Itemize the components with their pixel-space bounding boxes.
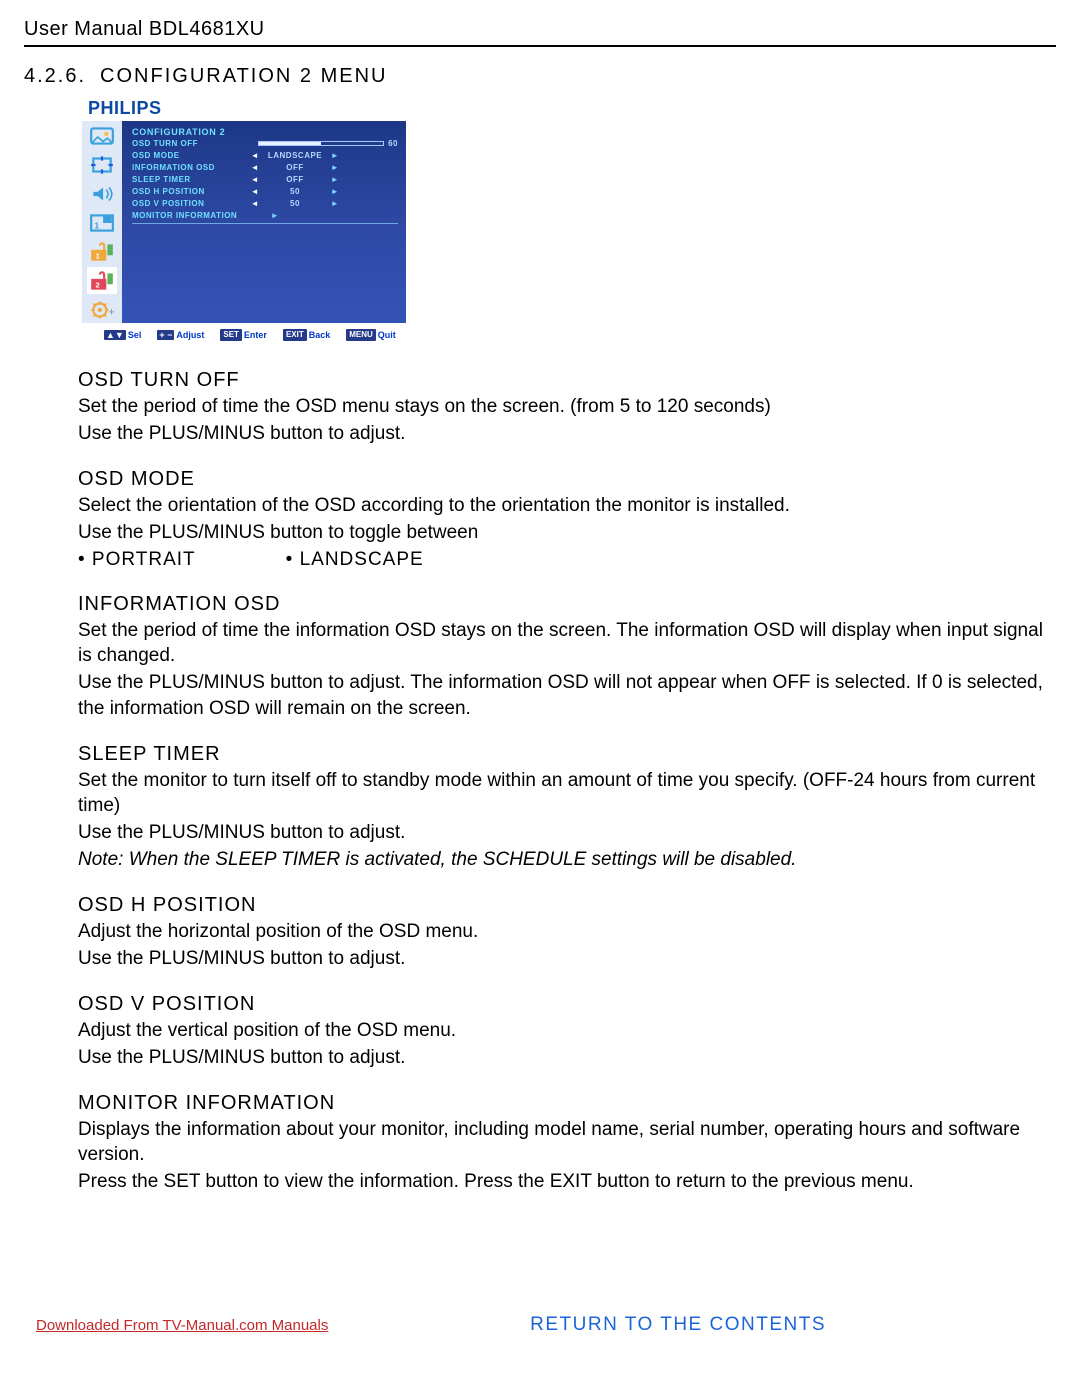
left-arrow-icon: ◄ [250,151,260,160]
legend-back: Back [309,330,331,340]
osd-item-sleep: SLEEP TIMER ◄ OFF ► [132,173,398,185]
sect-monitor-information: MONITOR INFORMATION Displays the informa… [24,1092,1056,1194]
sect-sleep-timer: SLEEP TIMER Set the monitor to turn itse… [24,743,1056,872]
sect-heading: SLEEP TIMER [78,743,1044,766]
sect-para: Use the PLUS/MINUS button to toggle betw… [78,520,1044,545]
sect-osd-h-position: OSD H POSITION Adjust the horizontal pos… [24,894,1056,971]
osd-item-moninfo: MONITOR INFORMATION ► [132,209,398,221]
return-to-contents-link[interactable]: RETURN TO THE CONTENTS [530,1314,826,1336]
manual-header: User Manual BDL4681XU [24,18,1056,47]
osd-sidebar: 1 1 2 + [82,121,122,323]
legend-enter: Enter [244,330,267,340]
osd-item-value: 50 [260,187,330,196]
osd-slider-value: 60 [388,139,398,148]
sect-para: Displays the information about your moni… [78,1117,1044,1167]
osd-slider-fill [259,142,321,145]
osd-item-value: 50 [260,199,330,208]
sect-para: Use the PLUS/MINUS button to adjust. [78,1045,1044,1070]
sect-osd-mode: OSD MODE Select the orientation of the O… [24,468,1056,571]
screen-icon [87,152,117,179]
bullet-landscape: • LANDSCAPE [286,549,424,571]
osd-item-value: OFF [260,175,330,184]
legend-adjust: Adjust [176,330,204,340]
right-arrow-icon: ► [330,151,340,160]
osd-item-turnoff: OSD TURN OFF 60 [132,137,398,149]
right-arrow-icon: ► [330,163,340,172]
left-arrow-icon: ◄ [250,163,260,172]
advanced-icon: + [87,296,117,323]
sect-heading: INFORMATION OSD [78,593,1044,616]
sect-para: Adjust the horizontal position of the OS… [78,919,1044,944]
download-link[interactable]: Downloaded From TV-Manual.com Manuals [36,1317,328,1334]
osd-item-label: OSD V POSITION [132,199,250,208]
section-number: 4.2.6. [24,65,86,88]
osd-legend: ▲▼Sel + −Adjust SETEnter EXITBack MENUQu… [104,329,1044,341]
right-arrow-icon: ► [330,175,340,184]
sect-osd-v-position: OSD V POSITION Adjust the vertical posit… [24,993,1056,1070]
sect-note: Note: When the SLEEP TIMER is activated,… [78,847,1044,872]
philips-logo: PHILIPS [88,98,1044,119]
svg-text:1: 1 [94,220,99,230]
left-arrow-icon: ◄ [250,187,260,196]
osd-item-label: INFORMATION OSD [132,163,250,172]
osd-slider-track [258,141,384,146]
sect-para: Use the PLUS/MINUS button to adjust. [78,820,1044,845]
right-arrow-icon: ► [330,199,340,208]
set-key-icon: SET [220,329,242,341]
osd-item-label: OSD MODE [132,151,250,160]
svg-text:+: + [109,306,115,318]
osd-item-label: OSD TURN OFF [132,139,250,148]
plusminus-key-icon: + − [157,330,174,340]
sect-para: Use the PLUS/MINUS button to adjust. [78,421,1044,446]
sect-para: Press the SET button to view the informa… [78,1169,1044,1194]
sect-para: Adjust the vertical position of the OSD … [78,1018,1044,1043]
svg-text:2: 2 [96,280,100,289]
exit-key-icon: EXIT [283,329,307,341]
audio-icon [87,181,117,208]
right-arrow-icon: ► [330,187,340,196]
sect-para: Use the PLUS/MINUS button to adjust. The… [78,670,1044,720]
osd-item-value: OFF [260,163,330,172]
updown-key-icon: ▲▼ [104,330,126,340]
osd-item-vpos: OSD V POSITION ◄ 50 ► [132,197,398,209]
osd-item-label: SLEEP TIMER [132,175,250,184]
config2-icon: 2 [87,267,117,294]
osd-item-label: OSD H POSITION [132,187,250,196]
sect-heading: OSD TURN OFF [78,369,1044,392]
svg-text:1: 1 [96,251,100,260]
sect-para: Set the period of time the OSD menu stay… [78,394,1044,419]
sect-heading: MONITOR INFORMATION [78,1092,1044,1115]
osd-divider [132,223,398,224]
sect-para: Set the period of time the information O… [78,618,1044,668]
legend-quit: Quit [378,330,396,340]
sect-para: Use the PLUS/MINUS button to adjust. [78,946,1044,971]
right-arrow-icon: ► [270,211,280,220]
osd-item-value: LANDSCAPE [260,151,330,160]
osd-item-label: MONITOR INFORMATION [132,211,270,220]
osd-item-hpos: OSD H POSITION ◄ 50 ► [132,185,398,197]
left-arrow-icon: ◄ [250,175,260,184]
left-arrow-icon: ◄ [250,199,260,208]
sect-para: Set the monitor to turn itself off to st… [78,768,1044,818]
osd-screenshot: PHILIPS 1 1 2 + CONFIGURATION 2 OSD TURN… [24,98,1056,341]
sect-information-osd: INFORMATION OSD Set the period of time t… [24,593,1056,720]
osd-menu: 1 1 2 + CONFIGURATION 2 OSD TURN OFF 60 … [82,121,406,323]
sect-heading: OSD MODE [78,468,1044,491]
legend-sel: Sel [128,330,142,340]
sect-heading: OSD H POSITION [78,894,1044,917]
config1-icon: 1 [87,238,117,265]
sect-heading: OSD V POSITION [78,993,1044,1016]
osd-item-mode: OSD MODE ◄ LANDSCAPE ► [132,149,398,161]
picture-icon [87,123,117,150]
section-title: CONFIGURATION 2 MENU [100,65,387,88]
bullet-portrait: • PORTRAIT [78,549,196,571]
osd-item-info: INFORMATION OSD ◄ OFF ► [132,161,398,173]
osd-title: CONFIGURATION 2 [132,127,398,137]
pip-icon: 1 [87,210,117,237]
sect-para: Select the orientation of the OSD accord… [78,493,1044,518]
sect-osd-turn-off: OSD TURN OFF Set the period of time the … [24,369,1056,446]
menu-key-icon: MENU [346,329,376,341]
